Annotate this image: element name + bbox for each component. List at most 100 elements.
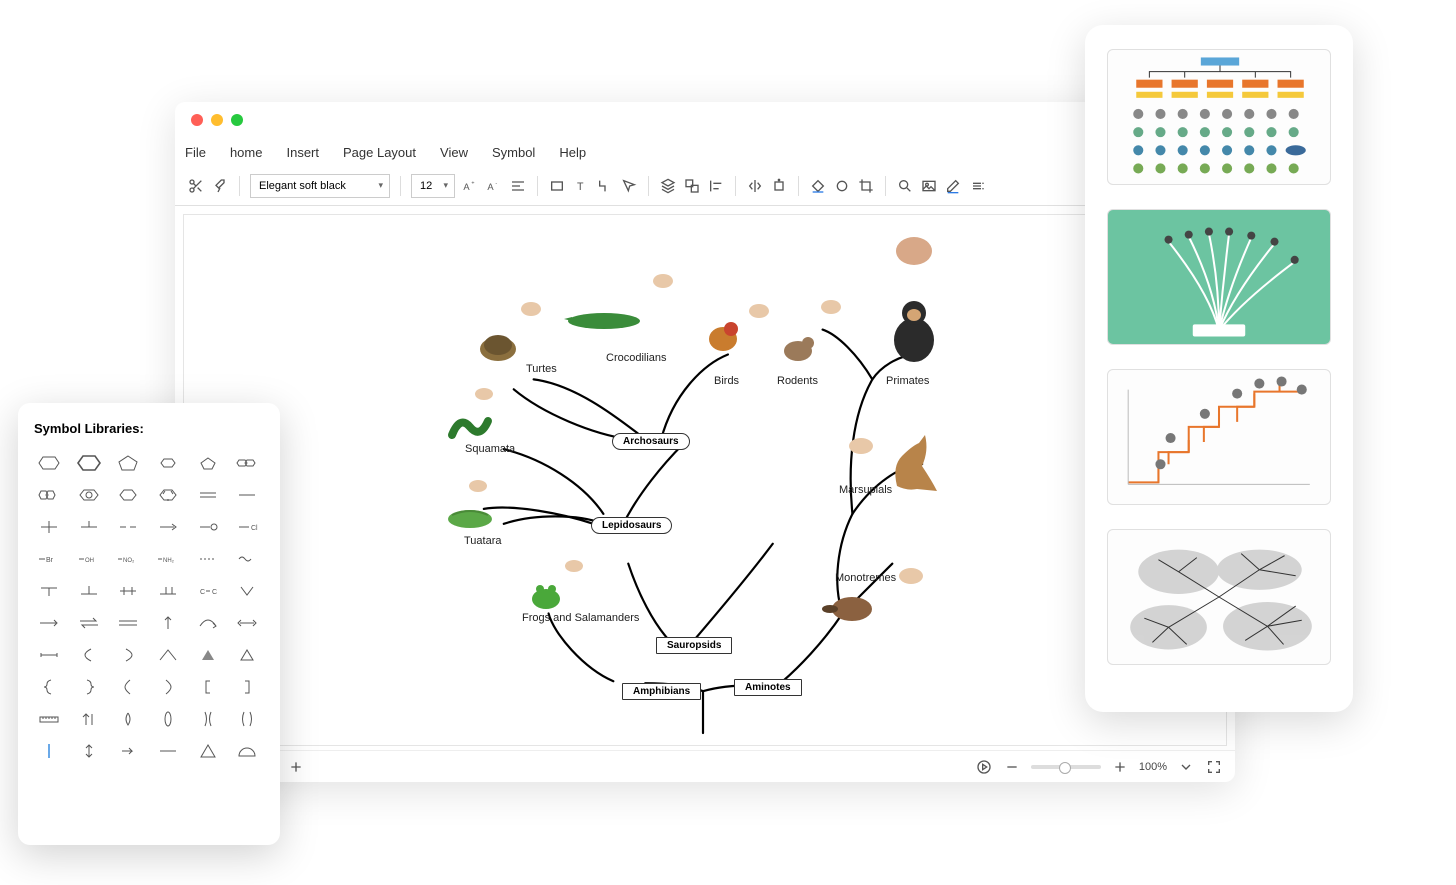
reaction-arrow-icon[interactable] [34,612,64,634]
bracket-left-icon[interactable] [74,644,104,666]
both-t-icon[interactable] [113,580,143,602]
cyclopentane-icon[interactable] [193,452,223,474]
line-style-icon[interactable] [833,177,851,195]
up-t-icon[interactable] [74,580,104,602]
rotate-icon[interactable] [770,177,788,195]
flip-horizontal-icon[interactable] [746,177,764,195]
brace-left-icon[interactable] [34,676,64,698]
v-bond-icon[interactable] [232,580,262,602]
image-icon[interactable] [920,177,938,195]
menu-home[interactable]: home [230,145,263,160]
amine-icon[interactable]: NH₂ [153,548,183,570]
template-classification-chart[interactable] [1107,49,1331,185]
segment-icon[interactable] [34,644,64,666]
lens2-icon[interactable] [153,708,183,730]
paren-right-icon[interactable] [153,676,183,698]
lens-icon[interactable] [113,708,143,730]
double-up-arrow-icon[interactable] [74,708,104,730]
zoom-out-icon[interactable] [1003,758,1021,776]
paren-left-icon[interactable] [113,676,143,698]
minimize-window-button[interactable] [211,114,223,126]
wedge-icon[interactable] [193,644,223,666]
nitro-icon[interactable]: NO₂ [113,548,143,570]
cut-icon[interactable] [187,177,205,195]
angle-icon[interactable] [153,644,183,666]
pentagon-icon[interactable] [113,452,143,474]
dash-bond-icon[interactable] [113,516,143,538]
right-tri-icon[interactable] [113,740,143,762]
vertical-line-icon[interactable] [34,740,64,762]
pen-underline-icon[interactable] [944,177,962,195]
benzene-circle-icon[interactable] [74,484,104,506]
branch-icon[interactable] [153,580,183,602]
wavy-bond-icon[interactable] [232,548,262,570]
semicircle-icon[interactable] [232,740,262,762]
square-bracket-left-icon[interactable] [193,676,223,698]
down-t-icon[interactable] [34,580,64,602]
text-tool-icon[interactable]: T [572,177,590,195]
concave-icon[interactable] [193,708,223,730]
menu-file[interactable]: File [185,145,206,160]
triangle-outline-icon[interactable] [232,644,262,666]
ruler-icon[interactable] [34,708,64,730]
cross-bond-icon[interactable] [34,516,64,538]
line-segment-icon[interactable] [153,740,183,762]
carbon-label-icon[interactable]: CC [193,580,223,602]
fullscreen-icon[interactable] [1205,758,1223,776]
pointer-icon[interactable] [620,177,638,195]
zoom-slider[interactable] [1031,765,1101,769]
brace-right-icon[interactable] [74,676,104,698]
font-increase-icon[interactable]: A+ [461,177,479,195]
fill-color-icon[interactable] [809,177,827,195]
hexagon-bold-icon[interactable] [74,452,104,474]
group-icon[interactable] [683,177,701,195]
font-decrease-icon[interactable]: A- [485,177,503,195]
layers-icon[interactable] [659,177,677,195]
crop-icon[interactable] [857,177,875,195]
chloride-icon[interactable]: Cl [232,516,262,538]
bi-arrow-icon[interactable] [74,740,104,762]
clade-aminotes[interactable]: Aminotes [734,679,802,696]
menu-symbol[interactable]: Symbol [492,145,535,160]
arrow-bond-icon[interactable] [153,516,183,538]
naphthalene-icon[interactable] [34,484,64,506]
bromide-icon[interactable]: Br [34,548,64,570]
benzene-icon[interactable] [153,484,183,506]
more-icon[interactable] [968,177,986,195]
convex-icon[interactable] [232,708,262,730]
template-radial-tree[interactable] [1107,529,1331,665]
t-bond-icon[interactable] [74,516,104,538]
font-family-select[interactable]: Elegant soft black [250,174,390,198]
align-left-icon[interactable] [509,177,527,195]
menu-help[interactable]: Help [559,145,586,160]
resonance-arrow-icon[interactable] [232,612,262,634]
clade-lepidosaurs[interactable]: Lepidosaurs [591,517,672,534]
connector-icon[interactable] [596,177,614,195]
dotted-bond-icon[interactable] [193,548,223,570]
equilibrium-icon[interactable] [74,612,104,634]
hydroxyl-icon[interactable]: OH [74,548,104,570]
menu-page-layout[interactable]: Page Layout [343,145,416,160]
search-icon[interactable] [896,177,914,195]
maximize-window-button[interactable] [231,114,243,126]
zoom-in-icon[interactable] [1111,758,1129,776]
square-bracket-right-icon[interactable] [232,676,262,698]
hexagon-icon[interactable] [34,452,64,474]
bracket-right-icon[interactable] [113,644,143,666]
clade-amphibians[interactable]: Amphibians [622,683,701,700]
close-window-button[interactable] [191,114,203,126]
fused-rings-icon[interactable] [232,452,262,474]
canvas[interactable]: Archosaurs Lepidosaurs Sauropsids Amphib… [183,214,1227,746]
zoom-dropdown-icon[interactable] [1177,758,1195,776]
font-size-select[interactable]: 12 [411,174,455,198]
menu-view[interactable]: View [440,145,468,160]
presentation-icon[interactable] [975,758,993,776]
template-hominid-cladogram[interactable] [1107,369,1331,505]
clade-archosaurs[interactable]: Archosaurs [612,433,690,450]
clade-sauropsids[interactable]: Sauropsids [656,637,732,654]
curved-arrow-icon[interactable] [193,612,223,634]
up-arrow-icon[interactable] [153,612,183,634]
triangle-icon[interactable] [193,740,223,762]
single-bond-icon[interactable] [232,484,262,506]
menu-insert[interactable]: Insert [286,145,319,160]
